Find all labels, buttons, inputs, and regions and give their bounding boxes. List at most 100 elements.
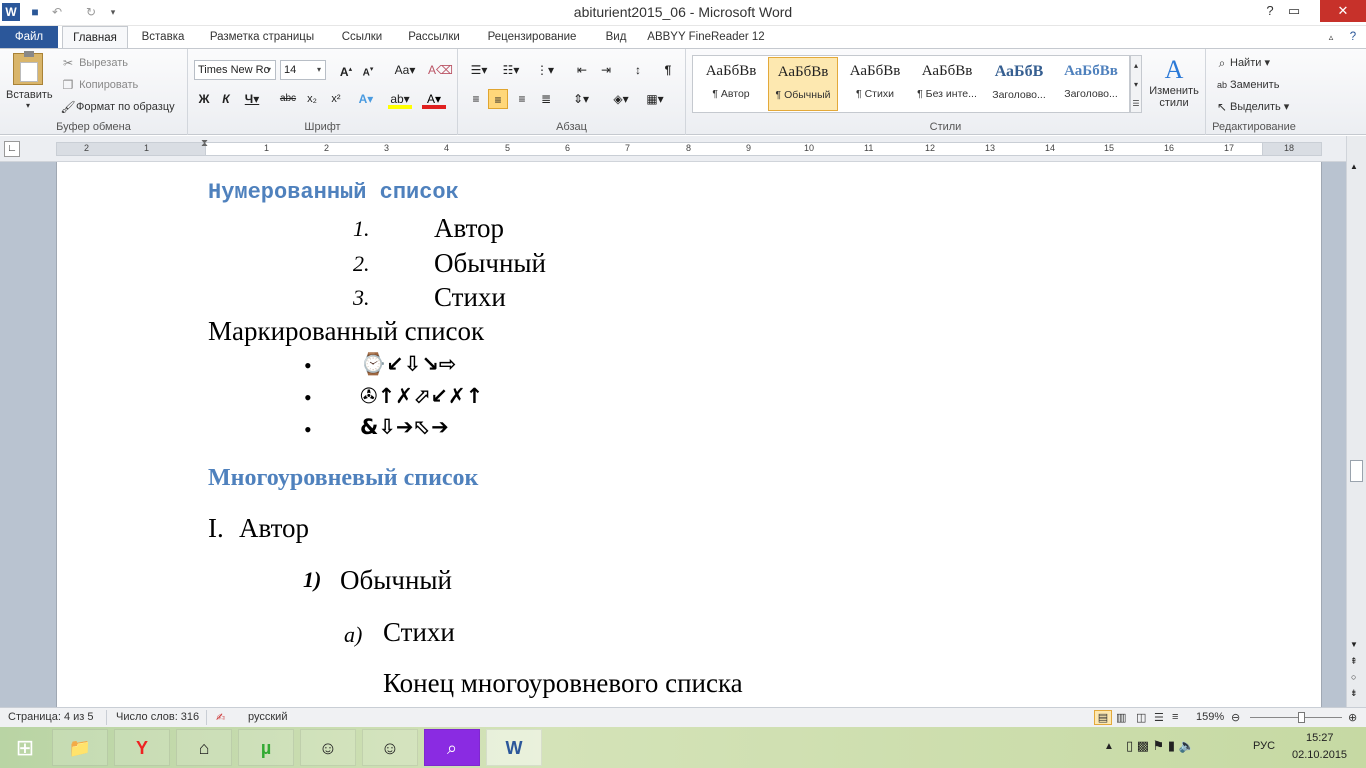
file-explorer-icon[interactable]: 📁 bbox=[52, 729, 108, 766]
clear-formatting-icon[interactable]: A⌫ bbox=[428, 60, 453, 80]
tray-arrow-icon[interactable]: ▲ bbox=[1104, 741, 1114, 752]
start-icon[interactable]: ⊞ bbox=[0, 729, 50, 766]
cut-label: Вырезать bbox=[79, 56, 128, 69]
game-app-icon-2[interactable]: ☺ bbox=[362, 729, 418, 766]
print-layout-icon[interactable]: ▤ bbox=[1094, 710, 1112, 725]
font-color-icon[interactable]: A▾ bbox=[422, 89, 446, 109]
list-number: 2. bbox=[353, 251, 370, 276]
justify-icon[interactable]: ≣ bbox=[536, 89, 556, 109]
next-page-icon[interactable]: ⇟ bbox=[1350, 688, 1358, 699]
shading-icon[interactable]: ◈▾ bbox=[608, 89, 634, 109]
style-no-spacing[interactable]: АаБбВв ¶ Без инте... bbox=[912, 57, 982, 111]
search-app-icon[interactable]: ⌕ bbox=[424, 729, 480, 766]
document-page[interactable]: Нумерованный список 1. Автор 2. Обычный … bbox=[56, 162, 1322, 707]
bullets-icon[interactable]: ☰▾ bbox=[466, 60, 492, 80]
subscript-icon[interactable]: x₂ bbox=[302, 89, 322, 109]
italic-icon[interactable]: К bbox=[216, 89, 236, 109]
tab-insert[interactable]: Вставка bbox=[134, 26, 192, 48]
full-screen-reading-icon[interactable]: ▥ bbox=[1116, 711, 1126, 724]
word-count[interactable]: Число слов: 316 bbox=[116, 711, 199, 723]
zoom-slider-thumb[interactable] bbox=[1298, 712, 1305, 723]
numbering-icon[interactable]: ☷▾ bbox=[498, 60, 524, 80]
text-effects-icon[interactable]: A▾ bbox=[356, 89, 376, 109]
clock-time[interactable]: 15:27 bbox=[1306, 732, 1334, 744]
style-normal[interactable]: АаБбВв ¶ Обычный bbox=[768, 57, 838, 111]
previous-page-icon[interactable]: ⇞ bbox=[1350, 656, 1358, 667]
vertical-scrollbar[interactable]: ▲ ▼ ⇞ ○ ⇟ bbox=[1346, 136, 1366, 707]
tab-home[interactable]: Главная bbox=[62, 26, 128, 48]
style-author[interactable]: АаБбВв ¶ Автор bbox=[696, 57, 766, 111]
scroll-down-icon[interactable]: ▼ bbox=[1350, 640, 1358, 649]
web-layout-icon[interactable]: ◫ bbox=[1136, 711, 1146, 724]
tab-review[interactable]: Рецензирование bbox=[476, 26, 588, 48]
increase-indent-icon[interactable]: ⇥ bbox=[596, 60, 616, 80]
tab-file[interactable]: Файл bbox=[0, 26, 58, 48]
ribbon-display-icon[interactable]: ▭ bbox=[1287, 0, 1301, 22]
language-indicator[interactable]: русский bbox=[248, 711, 287, 723]
change-styles-button[interactable]: A Изменить стили bbox=[1146, 55, 1202, 109]
tab-abbyy[interactable]: ABBYY FineReader 12 bbox=[644, 26, 768, 48]
sort-icon[interactable]: ↕ bbox=[628, 60, 648, 80]
minimize-ribbon-icon[interactable]: ▵ bbox=[1322, 26, 1340, 48]
font-size-combo[interactable]: 14 ▾ bbox=[280, 60, 326, 80]
tab-mailings[interactable]: Рассылки bbox=[400, 26, 468, 48]
tab-view[interactable]: Вид bbox=[596, 26, 636, 48]
outline-icon[interactable]: ☰ bbox=[1154, 711, 1164, 724]
horizontal-ruler[interactable]: ∟ 2 1 ⧗ 1 2 3 4 5 6 7 8 9 10 11 12 13 14… bbox=[0, 136, 1366, 162]
copy-button[interactable]: ❐ Копировать bbox=[60, 77, 139, 93]
strikethrough-icon[interactable]: abc bbox=[278, 89, 298, 109]
tray-app-icons[interactable]: ▯ ▩ ⚑ ▮ 🔈 bbox=[1126, 738, 1195, 754]
help-button[interactable]: ? bbox=[1344, 26, 1362, 48]
font-name-combo[interactable]: Times New Ro ▾ bbox=[194, 60, 276, 80]
zoom-slider[interactable] bbox=[1250, 717, 1342, 718]
multilevel-list-icon[interactable]: ⋮▾ bbox=[532, 60, 558, 80]
word-taskbar-icon[interactable]: W bbox=[486, 729, 542, 766]
style-heading-2[interactable]: АаБбВв Заголово... bbox=[1056, 57, 1126, 111]
zoom-level[interactable]: 159% bbox=[1196, 711, 1224, 723]
game-app-icon[interactable]: ☺ bbox=[300, 729, 356, 766]
scroll-thumb[interactable] bbox=[1350, 460, 1363, 482]
zoom-in-icon[interactable]: ⊕ bbox=[1348, 711, 1357, 724]
change-case-icon[interactable]: Aa▾ bbox=[392, 60, 418, 80]
draft-icon[interactable]: ≡ bbox=[1172, 711, 1178, 723]
cut-button[interactable]: ✂ Вырезать bbox=[60, 55, 128, 71]
show-marks-icon[interactable]: ¶ bbox=[658, 60, 678, 80]
styles-scroll[interactable]: ▴ ▾ ☰ bbox=[1130, 55, 1142, 113]
tab-references[interactable]: Ссылки bbox=[330, 26, 394, 48]
zoom-out-icon[interactable]: ⊖ bbox=[1231, 711, 1240, 724]
align-right-icon[interactable]: ≡ bbox=[512, 89, 532, 109]
ruler-number: 7 bbox=[625, 143, 631, 153]
align-center-icon[interactable]: ≡ bbox=[488, 89, 508, 109]
superscript-icon[interactable]: x² bbox=[326, 89, 346, 109]
style-poems[interactable]: АаБбВв ¶ Стихи bbox=[840, 57, 910, 111]
clock-date[interactable]: 02.10.2015 bbox=[1292, 749, 1347, 761]
page-indicator[interactable]: Страница: 4 из 5 bbox=[8, 711, 94, 723]
bold-icon[interactable]: Ж bbox=[194, 89, 214, 109]
proofing-icon[interactable]: ✍ bbox=[216, 711, 225, 724]
keyboard-language[interactable]: РУС bbox=[1253, 740, 1275, 752]
line-spacing-icon[interactable]: ⇕▾ bbox=[568, 89, 594, 109]
highlight-icon[interactable]: ab▾ bbox=[388, 89, 412, 109]
home-icon[interactable]: ⌂ bbox=[176, 729, 232, 766]
close-button[interactable]: ✕ bbox=[1320, 0, 1366, 22]
help-icon[interactable]: ? bbox=[1255, 0, 1285, 22]
select-button[interactable]: ↖ Выделить ▾ bbox=[1214, 99, 1289, 115]
tab-selector-icon[interactable]: ∟ bbox=[4, 141, 20, 157]
yandex-browser-icon[interactable]: Y bbox=[114, 729, 170, 766]
format-painter-button[interactable]: 🖌Формат по образцу bbox=[60, 99, 174, 115]
find-button[interactable]: ⌕ Найти ▾ bbox=[1214, 55, 1270, 71]
utorrent-icon[interactable]: µ bbox=[238, 729, 294, 766]
decrease-indent-icon[interactable]: ⇤ bbox=[572, 60, 592, 80]
align-left-icon[interactable]: ≡ bbox=[466, 89, 486, 109]
underline-icon[interactable]: Ч▾ bbox=[242, 89, 262, 109]
shrink-font-icon[interactable]: A▾ bbox=[358, 60, 378, 80]
replace-button[interactable]: ab Заменить bbox=[1214, 77, 1279, 93]
browse-object-icon[interactable]: ○ bbox=[1351, 672, 1356, 682]
style-heading-1[interactable]: АаБбВ Заголово... bbox=[984, 57, 1054, 111]
borders-icon[interactable]: ▦▾ bbox=[642, 89, 668, 109]
tab-page-layout[interactable]: Разметка страницы bbox=[200, 26, 324, 48]
scroll-up-icon[interactable]: ▲ bbox=[1350, 162, 1358, 171]
grow-font-icon[interactable]: A▴ bbox=[336, 60, 356, 80]
paste-button[interactable]: Вставить ▾ bbox=[6, 51, 53, 110]
indent-marker-icon[interactable]: ⧗ bbox=[201, 138, 208, 149]
